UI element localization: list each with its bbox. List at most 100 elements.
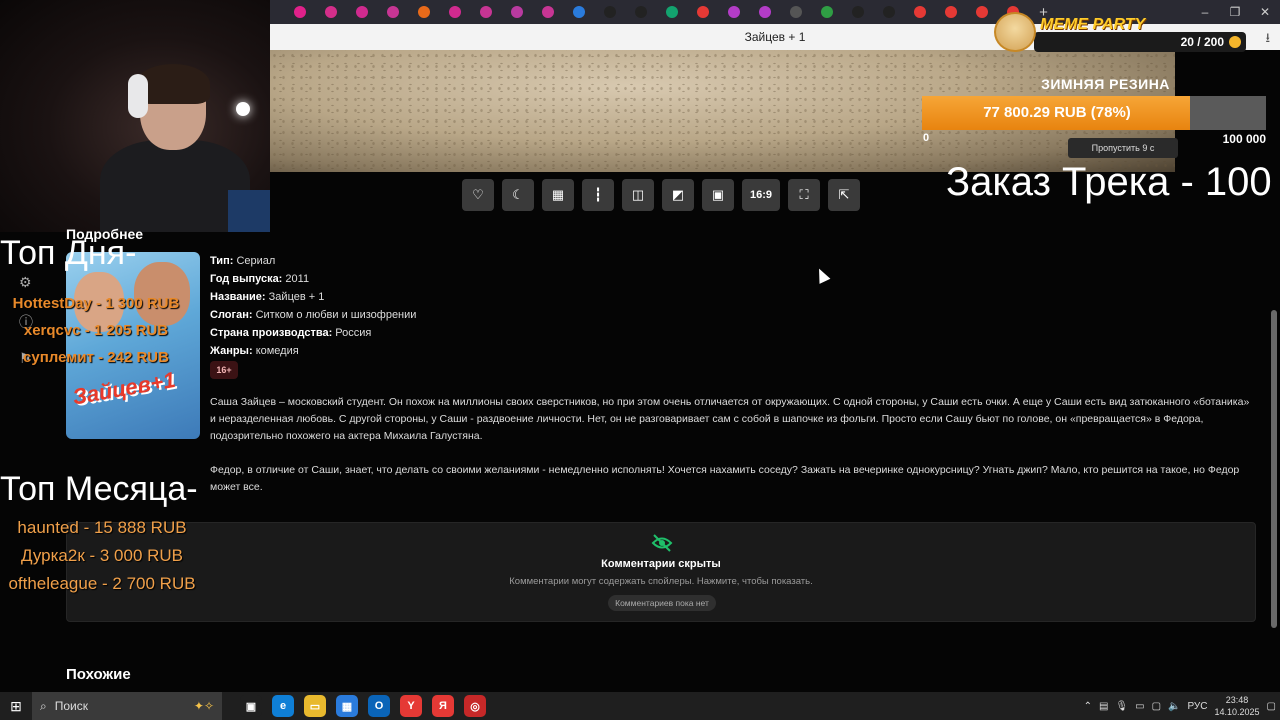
clock[interactable]: 23:48 14.10.2025: [1215, 694, 1260, 718]
pip-icon[interactable]: ▣: [702, 179, 734, 211]
yandex-icon[interactable]: Я: [432, 695, 454, 717]
windows-start-icon[interactable]: ⊞: [0, 692, 32, 720]
outlook-icon[interactable]: O: [368, 695, 390, 717]
scrollbar[interactable]: [1271, 52, 1277, 692]
browser-tab[interactable]: [315, 0, 346, 24]
browser-tab[interactable]: [966, 0, 997, 24]
browser-tab[interactable]: [563, 0, 594, 24]
detail-row: Страна производства: Россия: [210, 324, 416, 342]
comments-title: Комментарии скрыты: [601, 558, 721, 570]
split-icon[interactable]: ◫: [622, 179, 654, 211]
browser-tab[interactable]: [284, 0, 315, 24]
browser-tab[interactable]: [904, 0, 935, 24]
picture-icon[interactable]: ◩: [662, 179, 694, 211]
description: Саша Зайцев – московский студент. Он пох…: [210, 394, 1250, 513]
tab-favicon-icon: [727, 6, 740, 18]
fullscreen-icon[interactable]: ⛶: [788, 179, 820, 211]
top-month-title: Топ Месяца-: [0, 470, 198, 508]
browser-tab[interactable]: [501, 0, 532, 24]
meme-count-text: 20 / 200: [1180, 35, 1224, 49]
language-indicator[interactable]: РУС: [1187, 701, 1207, 712]
aspect-ratio-button[interactable]: 16:9: [742, 179, 780, 211]
heart-icon[interactable]: ♡: [462, 179, 494, 211]
browser-tab[interactable]: [346, 0, 377, 24]
tab-favicon-icon: [696, 6, 709, 18]
browser-tab[interactable]: [687, 0, 718, 24]
edge-icon[interactable]: e: [272, 695, 294, 717]
tab-favicon-icon: [944, 6, 957, 18]
browser-tab[interactable]: [532, 0, 563, 24]
browser-tab[interactable]: [780, 0, 811, 24]
download-icon[interactable]: ⭳: [1265, 29, 1270, 51]
browser-tab[interactable]: [842, 0, 873, 24]
tab-favicon-icon: [851, 6, 864, 18]
browser-tab[interactable]: [873, 0, 904, 24]
skip-button[interactable]: Пропустить 9 с: [1068, 138, 1178, 158]
browser-tab[interactable]: [625, 0, 656, 24]
meme-title: MEME PARTY: [1040, 16, 1146, 33]
close-window-button[interactable]: ✕: [1250, 0, 1280, 24]
volume-icon[interactable]: 🔈: [1168, 701, 1180, 712]
top-day-item: xerqcvc - 1 205 RUB: [23, 322, 169, 339]
detail-label: Жанры:: [210, 345, 253, 357]
browser-tab[interactable]: [749, 0, 780, 24]
no-comments-button[interactable]: Комментариев пока нет: [608, 595, 716, 611]
clock-time: 23:48: [1225, 695, 1249, 705]
eye-off-icon: [651, 533, 673, 553]
folder-icon[interactable]: ▤: [1099, 701, 1108, 712]
browser-tab[interactable]: [377, 0, 408, 24]
detail-row: Название: Зайцев + 1: [210, 288, 416, 306]
app-icon[interactable]: ◎: [464, 695, 486, 717]
browser-tab[interactable]: [935, 0, 966, 24]
detail-row: Слоган: Ситком о любви и шизофрении: [210, 306, 416, 324]
browser-tab[interactable]: [470, 0, 501, 24]
display-icon[interactable]: ▭: [1135, 701, 1144, 712]
tab-favicon-icon: [572, 6, 585, 18]
open-external-icon[interactable]: ⇱: [828, 179, 860, 211]
detail-value: Россия: [335, 327, 372, 339]
taskbar: ⊞ ⌕ Поиск ✦✧ ▣ e ▭ ▦ O Y Я ◎ ⌃ ▤ 🎙 ▭ ▢ 🔈 РУС 23…: [0, 692, 1280, 720]
yandex-browser-icon[interactable]: Y: [400, 695, 422, 717]
top-day-item: суплемит - 242 RUB: [23, 349, 169, 366]
store-icon[interactable]: ▦: [336, 695, 358, 717]
notifications-icon[interactable]: ▢: [1267, 701, 1276, 712]
top-month-item: Дурка2к - 3 000 RUB: [20, 546, 184, 565]
detail-value: Ситком о любви и шизофрении: [255, 309, 417, 321]
scroll-thumb[interactable]: [1271, 310, 1277, 628]
tab-favicon-icon: [479, 6, 492, 18]
screen: + – ❐ ✕ Зайцев + 1 ⭳ ЗИМНЯЯ РЕЗИНА 77 80…: [0, 0, 1280, 720]
tab-favicon-icon: [665, 6, 678, 18]
taskbar-search[interactable]: ⌕ Поиск ✦✧: [32, 692, 222, 720]
top-month-item: haunted - 15 888 RUB: [17, 518, 187, 537]
age-rating-badge: 16+: [210, 361, 238, 379]
task-view-icon[interactable]: ▣: [240, 695, 262, 717]
chevron-up-icon[interactable]: ⌃: [1084, 701, 1092, 712]
browser-tab[interactable]: [656, 0, 687, 24]
sparkle-icon: ✦✧: [193, 699, 214, 713]
browser-tab[interactable]: [718, 0, 749, 24]
tab-favicon-icon: [386, 6, 399, 18]
detail-value[interactable]: комедия: [256, 345, 299, 357]
waveform-icon[interactable]: ┇: [582, 179, 614, 211]
goal-max: 100 000: [1222, 132, 1266, 146]
tab-favicon-icon: [510, 6, 523, 18]
explorer-icon[interactable]: ▭: [304, 695, 326, 717]
top-day-item: HottestDay - 1 300 RUB: [12, 295, 180, 312]
browser-tab[interactable]: [408, 0, 439, 24]
browser-tab[interactable]: [594, 0, 625, 24]
taskbar-apps: ▣ e ▭ ▦ O Y Я ◎: [240, 695, 486, 717]
comments-hidden-panel[interactable]: Комментарии скрыты Комментарии могут сод…: [66, 522, 1256, 622]
grid-icon[interactable]: ▦: [542, 179, 574, 211]
window-icon[interactable]: ▢: [1152, 701, 1161, 712]
meme-counter: 20 / 200: [1034, 32, 1246, 52]
top-month-item: oftheleague - 2 700 RUB: [8, 574, 196, 593]
page-title: Зайцев + 1: [744, 30, 806, 44]
mic-icon[interactable]: 🎙: [1115, 701, 1128, 712]
browser-tab[interactable]: [439, 0, 470, 24]
tab-favicon-icon: [634, 6, 647, 18]
moon-icon[interactable]: ☾: [502, 179, 534, 211]
goal-amount: 77 800.29 RUB (78%): [983, 104, 1131, 121]
tab-favicon-icon: [789, 6, 802, 18]
detail-row: Жанры: комедия: [210, 342, 416, 360]
browser-tab[interactable]: [811, 0, 842, 24]
